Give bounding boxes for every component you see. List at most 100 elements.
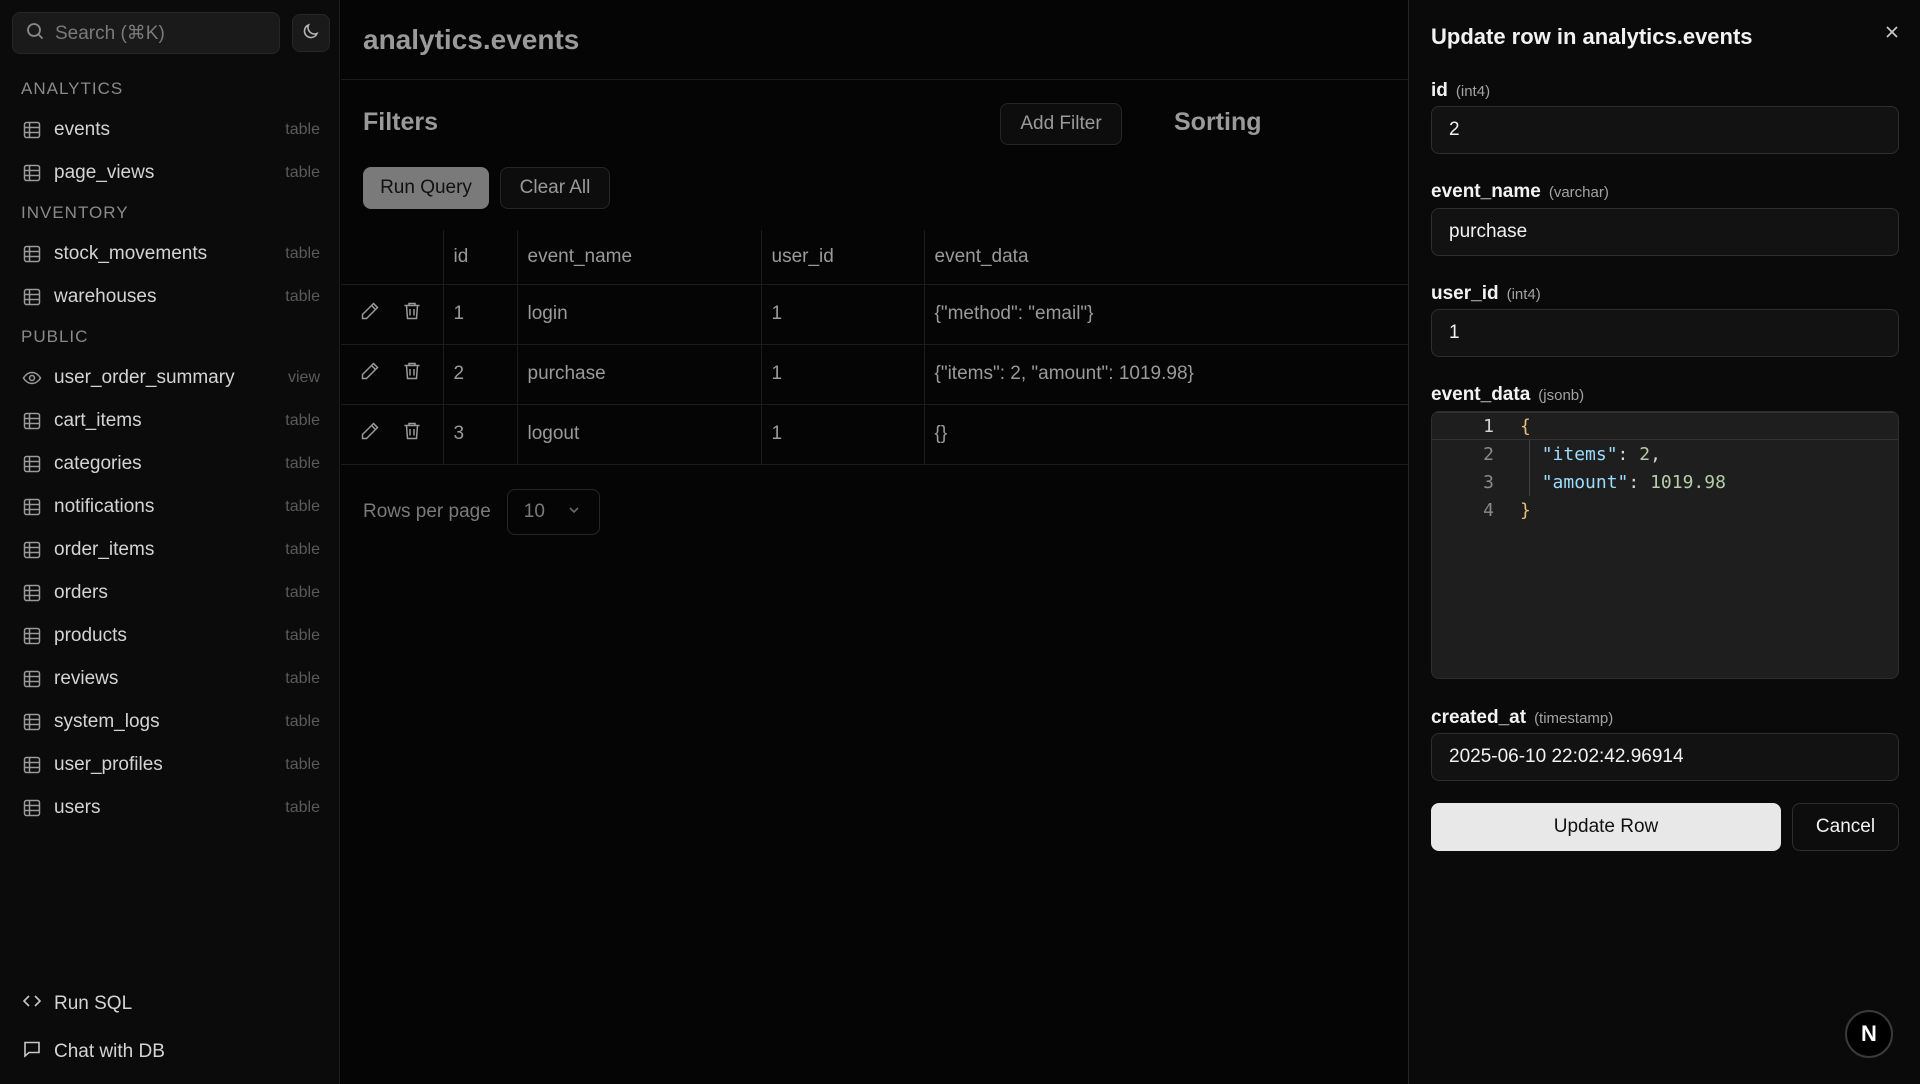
- column-header-id[interactable]: id: [443, 230, 518, 285]
- token-punc: ,: [1650, 443, 1661, 465]
- field-type: (int4): [1506, 286, 1541, 303]
- sidebar-item-reviews[interactable]: reviews table: [0, 657, 340, 700]
- sidebar-item-notifications[interactable]: notifications table: [0, 485, 340, 528]
- section-label-inventory: INVENTORY: [21, 203, 129, 222]
- filters-heading: Filters: [363, 108, 439, 136]
- trash-icon[interactable]: [401, 420, 423, 448]
- sidebar-item-label: page_views: [54, 161, 155, 183]
- field-name: user_id: [1431, 283, 1499, 304]
- row-actions: [341, 344, 444, 405]
- table-row: 3 logout 1 {}: [341, 404, 1408, 465]
- sidebar-item-orders[interactable]: orders table: [0, 571, 340, 614]
- dev-tools-badge[interactable]: N: [1845, 1010, 1893, 1058]
- sidebar-item-cart-items[interactable]: cart_items table: [0, 399, 340, 442]
- line-number: 1: [1483, 415, 1494, 437]
- cell-event-data: {"items": 2, "amount": 1019.98}: [924, 344, 1408, 405]
- table-icon: [22, 411, 42, 431]
- rows-per-page-select[interactable]: 10: [506, 489, 600, 535]
- table-icon: [22, 712, 42, 732]
- sidebar-item-kind: table: [285, 540, 320, 558]
- cell-event-data: {"method": "email"}: [924, 284, 1408, 345]
- token-punc: :: [1617, 443, 1640, 465]
- token-key: "items": [1541, 443, 1618, 465]
- sidebar-item-label: events: [54, 118, 110, 140]
- table-row: 1 login 1 {"method": "email"}: [341, 284, 1408, 345]
- trash-icon[interactable]: [401, 360, 423, 388]
- sidebar-item-order-items[interactable]: order_items table: [0, 528, 340, 571]
- table-icon: [22, 540, 42, 560]
- chat-label: Chat with DB: [54, 1041, 165, 1062]
- edit-icon[interactable]: [359, 300, 381, 328]
- update-row-button[interactable]: Update Row: [1431, 803, 1781, 851]
- sidebar-item-kind: table: [285, 454, 320, 472]
- sidebar-item-page-views[interactable]: page_views table: [0, 151, 340, 194]
- column-header-user-id[interactable]: user_id: [761, 230, 925, 285]
- sidebar-item-users[interactable]: users table: [0, 786, 340, 829]
- theme-toggle-button[interactable]: [292, 14, 330, 52]
- row-actions: [341, 284, 444, 345]
- line-number: 4: [1483, 499, 1494, 521]
- run-sql-link[interactable]: Run SQL: [0, 980, 340, 1028]
- field-type: (timestamp): [1534, 710, 1614, 727]
- rows-per-page-label: Rows per page: [363, 501, 491, 522]
- cell-user-id: 1: [761, 404, 925, 465]
- edit-icon[interactable]: [359, 420, 381, 448]
- drawer-title: Update row in analytics.events: [1431, 24, 1753, 49]
- sidebar-item-kind: table: [285, 798, 320, 816]
- field-type: (int4): [1455, 83, 1491, 100]
- token-brace: }: [1520, 499, 1531, 521]
- table-icon: [22, 287, 42, 307]
- column-header-event-data[interactable]: event_data: [924, 230, 1408, 285]
- sidebar-item-events[interactable]: events table: [0, 108, 340, 151]
- chat-with-db-link[interactable]: Chat with DB: [0, 1028, 340, 1076]
- event-name-field[interactable]: purchase: [1431, 208, 1899, 256]
- table-icon: [22, 454, 42, 474]
- sidebar-item-label: notifications: [54, 495, 155, 517]
- editor-line: 3 "amount": 1019.98: [1432, 468, 1898, 496]
- add-filter-button[interactable]: Add Filter: [1000, 103, 1122, 145]
- sidebar-item-stock-movements[interactable]: stock_movements table: [0, 232, 340, 275]
- field-name: id: [1431, 80, 1448, 101]
- close-icon[interactable]: [1882, 22, 1902, 42]
- editor-code: "amount": 1019.98: [1508, 472, 1726, 493]
- sidebar-item-user-order-summary[interactable]: user_order_summary view: [0, 356, 340, 399]
- json-editor[interactable]: 1 { 2 "items": 2, 3 "amount": 1019.98 4 …: [1431, 411, 1899, 679]
- sidebar-item-kind: table: [285, 712, 320, 730]
- sidebar-item-label: stock_movements: [54, 242, 208, 264]
- trash-icon[interactable]: [401, 300, 423, 328]
- id-field[interactable]: 2: [1431, 106, 1899, 154]
- sidebar-item-products[interactable]: products table: [0, 614, 340, 657]
- cell-event-name: logout: [517, 404, 762, 465]
- editor-line: 1 {: [1432, 412, 1898, 440]
- search-placeholder: Search (⌘K): [55, 22, 165, 44]
- sidebar-item-kind: table: [285, 755, 320, 773]
- clear-all-button[interactable]: Clear All: [500, 167, 610, 209]
- cell-id: 3: [443, 404, 518, 465]
- sidebar-item-warehouses[interactable]: warehouses table: [0, 275, 340, 318]
- data-table: id event_name user_id event_data 1 login: [341, 230, 1408, 465]
- table-row: 2 purchase 1 {"items": 2, "amount": 1019…: [341, 344, 1408, 405]
- user-id-field[interactable]: 1: [1431, 309, 1899, 357]
- editor-code: {: [1508, 416, 1531, 437]
- run-query-button[interactable]: Run Query: [363, 167, 489, 209]
- update-row-drawer: Update row in analytics.events id (int4) …: [1408, 0, 1920, 1084]
- sidebar-item-categories[interactable]: categories table: [0, 442, 340, 485]
- sidebar-item-user-profiles[interactable]: user_profiles table: [0, 743, 340, 786]
- line-number: 2: [1483, 443, 1494, 465]
- cell-user-id: 1: [761, 344, 925, 405]
- sidebar-item-label: warehouses: [54, 285, 157, 307]
- table-icon: [22, 163, 42, 183]
- column-header-actions: [341, 230, 444, 285]
- token-punc: :: [1628, 471, 1651, 493]
- cancel-button[interactable]: Cancel: [1792, 803, 1899, 851]
- search-input[interactable]: Search (⌘K): [12, 12, 280, 54]
- column-header-event-name[interactable]: event_name: [517, 230, 762, 285]
- edit-icon[interactable]: [359, 360, 381, 388]
- search-icon: [25, 21, 45, 46]
- sidebar-item-label: categories: [54, 452, 142, 474]
- field-type: (jsonb): [1538, 387, 1585, 404]
- sidebar-item-system-logs[interactable]: system_logs table: [0, 700, 340, 743]
- sorting-heading: Sorting: [1174, 108, 1262, 136]
- created-at-field[interactable]: 2025-06-10 22:02:42.96914: [1431, 733, 1899, 781]
- field-label-event-name: event_name (varchar): [1431, 181, 1609, 203]
